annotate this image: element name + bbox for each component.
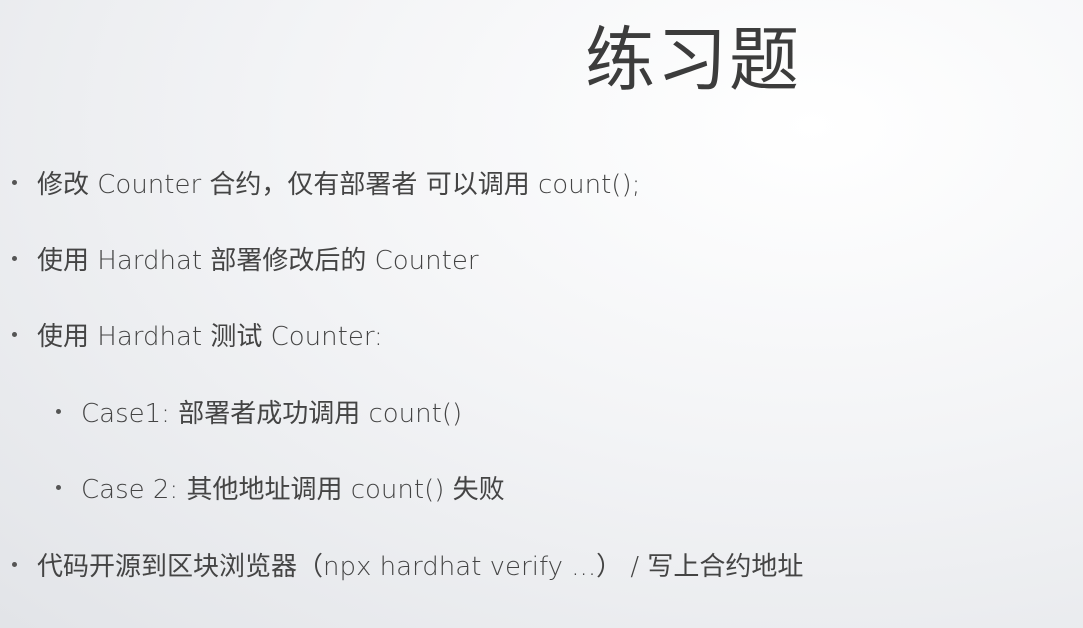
bullet-dot-icon [12, 331, 17, 337]
bullet-dot-icon [12, 179, 17, 185]
bullet-item: 使用 Hardhat 测试 Counter: [12, 314, 383, 354]
bullet-item: 使用 Hardhat 部署修改后的 Counter [12, 238, 479, 278]
bullet-text: 代码开源到区块浏览器（npx hardhat verify ...） / 写上合… [37, 551, 804, 582]
bullet-dot-icon [12, 255, 17, 261]
sub-bullet-item: Case1: 部署者成功调用 count() [56, 391, 462, 431]
bullet-item: 代码开源到区块浏览器（npx hardhat verify ...） / 写上合… [12, 544, 803, 584]
bullet-dot-icon [56, 408, 61, 414]
bullet-item: 修改 Counter 合约，仅有部署者 可以调用 count(); [12, 162, 640, 202]
slide: 练习题 修改 Counter 合约，仅有部署者 可以调用 count(); 使用… [0, 0, 1083, 628]
bullet-text: 使用 Hardhat 部署修改后的 Counter [37, 245, 479, 276]
sub-bullet-item: Case 2: 其他地址调用 count() 失败 [56, 467, 505, 507]
bullet-text: 修改 Counter 合约，仅有部署者 可以调用 count(); [37, 169, 641, 200]
bullet-dot-icon [56, 484, 61, 490]
slide-title: 练习题 [585, 19, 801, 101]
bullet-text: Case1: 部署者成功调用 count() [81, 398, 463, 429]
bullet-text: 使用 Hardhat 测试 Counter: [37, 321, 383, 352]
bullet-text: Case 2: 其他地址调用 count() 失败 [81, 474, 505, 505]
bullet-dot-icon [12, 561, 17, 567]
